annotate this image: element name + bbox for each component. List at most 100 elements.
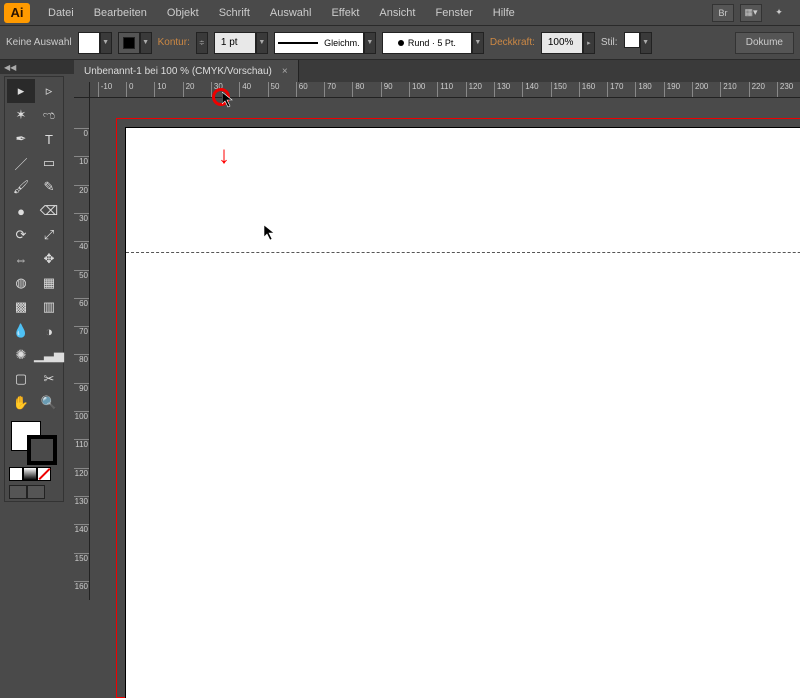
color-mode-gradient[interactable] [23,467,37,481]
menu-view[interactable]: Ansicht [369,7,425,19]
menu-select[interactable]: Auswahl [260,7,322,19]
ruler-tick: 160 [579,82,595,98]
app-icon: Ai [4,3,30,23]
screen-mode-row [7,485,61,499]
collapse-chevron-icon: ◀◀ [4,63,16,72]
fill-dropdown[interactable]: ▼ [100,32,112,54]
stroke-weight-dropdown[interactable]: ▼ [256,32,268,54]
stroke-dropdown[interactable]: ▼ [140,32,152,54]
fill-stroke-control[interactable] [7,419,63,465]
ruler-tick: 230 [777,82,793,98]
menu-file[interactable]: Datei [38,7,84,19]
brush-dropdown[interactable]: ▼ [472,32,484,54]
type-tool[interactable]: T [35,127,63,151]
document-tab-bar: Unbenannt-1 bei 100 % (CMYK/Vorschau) × [74,60,800,82]
ruler-tick: 70 [74,326,90,336]
vertical-ruler[interactable]: 0102030405060708090100110120130140150160… [74,98,90,600]
stroke-weight-field[interactable]: 1 pt [214,32,256,54]
ruler-tick: 130 [494,82,510,98]
screen-mode-full[interactable] [27,485,45,499]
bridge-button[interactable]: Br [712,4,734,22]
tab-close-icon[interactable]: × [282,66,288,77]
pen-tool[interactable]: ✒ [7,127,35,151]
menu-effect[interactable]: Effekt [321,7,369,19]
document-tab-title: Unbenannt-1 bei 100 % (CMYK/Vorschau) [84,66,272,77]
zoom-tool[interactable]: 🔍 [35,391,63,415]
column-graph-tool[interactable]: ▁▃▅ [35,343,63,367]
tool-panel-header[interactable]: ◀◀ [0,60,74,74]
rectangle-tool[interactable]: ▭ [35,151,63,175]
graphic-style-dropdown[interactable]: ▼ [640,32,652,54]
selection-tool[interactable]: ▸ [7,79,35,103]
symbol-sprayer-tool[interactable]: ✺ [7,343,35,367]
shape-builder-tool[interactable]: ◍ [7,271,35,295]
rotate-tool[interactable]: ⟳ [7,223,35,247]
ruler-tick: 20 [74,185,90,195]
color-mode-none[interactable] [37,467,51,481]
ruler-tick: 20 [183,82,195,98]
menu-help[interactable]: Hilfe [483,7,525,19]
ruler-tick: 0 [126,82,133,98]
width-tool[interactable]: ⇔ [7,247,35,271]
slice-tool[interactable]: ✂ [35,367,63,391]
ruler-tick: 10 [74,156,90,166]
opacity-section-label[interactable]: Deckkraft: [490,37,535,48]
ruler-tick: 120 [74,468,90,478]
arrange-documents-button[interactable]: ▦▾ [740,4,762,22]
hand-tool[interactable]: ✋ [7,391,35,415]
perspective-grid-tool[interactable]: ▦ [35,271,63,295]
eyedropper-tool[interactable]: 💧 [7,319,35,343]
scale-tool[interactable]: ⤢ [35,223,63,247]
ruler-tick: 150 [551,82,567,98]
screen-mode-normal[interactable] [9,485,27,499]
menu-window[interactable]: Fenster [425,7,482,19]
lasso-tool[interactable]: ಌ [35,103,63,127]
artboard-tool[interactable]: ▢ [7,367,35,391]
line-tool[interactable]: ／ [7,151,35,175]
ruler-tick: 100 [74,411,90,421]
ruler-tick: 140 [522,82,538,98]
sync-icon[interactable]: ✦ [768,4,790,22]
opacity-field[interactable]: 100% [541,32,583,54]
horizontal-guide[interactable] [126,252,800,253]
eraser-tool[interactable]: ⌫ [35,199,63,223]
ruler-tick: 170 [607,82,623,98]
stroke-swatch[interactable] [118,32,140,54]
document-setup-button[interactable]: Dokume [735,32,794,54]
ruler-tick: 60 [296,82,308,98]
paintbrush-tool[interactable]: 🖌 [7,175,35,199]
ruler-tick: 180 [635,82,651,98]
color-mode-color[interactable] [9,467,23,481]
ruler-tick: 190 [664,82,680,98]
stroke-color-box[interactable] [27,435,57,465]
ruler-tick: 210 [720,82,736,98]
menu-object[interactable]: Objekt [157,7,209,19]
ruler-tick: 110 [437,82,453,98]
mesh-tool[interactable]: ▩ [7,295,35,319]
ruler-tick: 100 [409,82,425,98]
canvas-viewport[interactable] [90,98,800,600]
horizontal-ruler[interactable]: -100102030405060708090100110120130140150… [90,82,800,98]
fill-swatch[interactable] [78,32,100,54]
stroke-section-label[interactable]: Kontur: [158,37,190,48]
gradient-tool[interactable]: ▥ [35,295,63,319]
ruler-tick: 80 [74,354,90,364]
graphic-style-swatch[interactable] [624,32,640,48]
style-section-label: Stil: [601,37,618,48]
blob-brush-tool[interactable]: ● [7,199,35,223]
free-transform-tool[interactable]: ✥ [35,247,63,271]
direct-selection-tool[interactable]: ▹ [35,79,63,103]
stroke-profile-preview[interactable]: Gleichm. [274,32,364,54]
document-tab[interactable]: Unbenannt-1 bei 100 % (CMYK/Vorschau) × [74,60,299,82]
menu-edit[interactable]: Bearbeiten [84,7,157,19]
brush-preview[interactable]: Rund · 5 Pt. [382,32,472,54]
blend-tool[interactable]: ◑ [35,319,63,343]
stroke-profile-dropdown[interactable]: ▼ [364,32,376,54]
magic-wand-tool[interactable]: ✶ [7,103,35,127]
stroke-weight-stepper[interactable]: ≑ [196,32,208,54]
ruler-origin-corner[interactable] [74,82,90,98]
menu-type[interactable]: Schrift [209,7,260,19]
opacity-dropdown[interactable]: ▸ [583,32,595,54]
pencil-tool[interactable]: ✎ [35,175,63,199]
color-mode-row [7,467,61,481]
